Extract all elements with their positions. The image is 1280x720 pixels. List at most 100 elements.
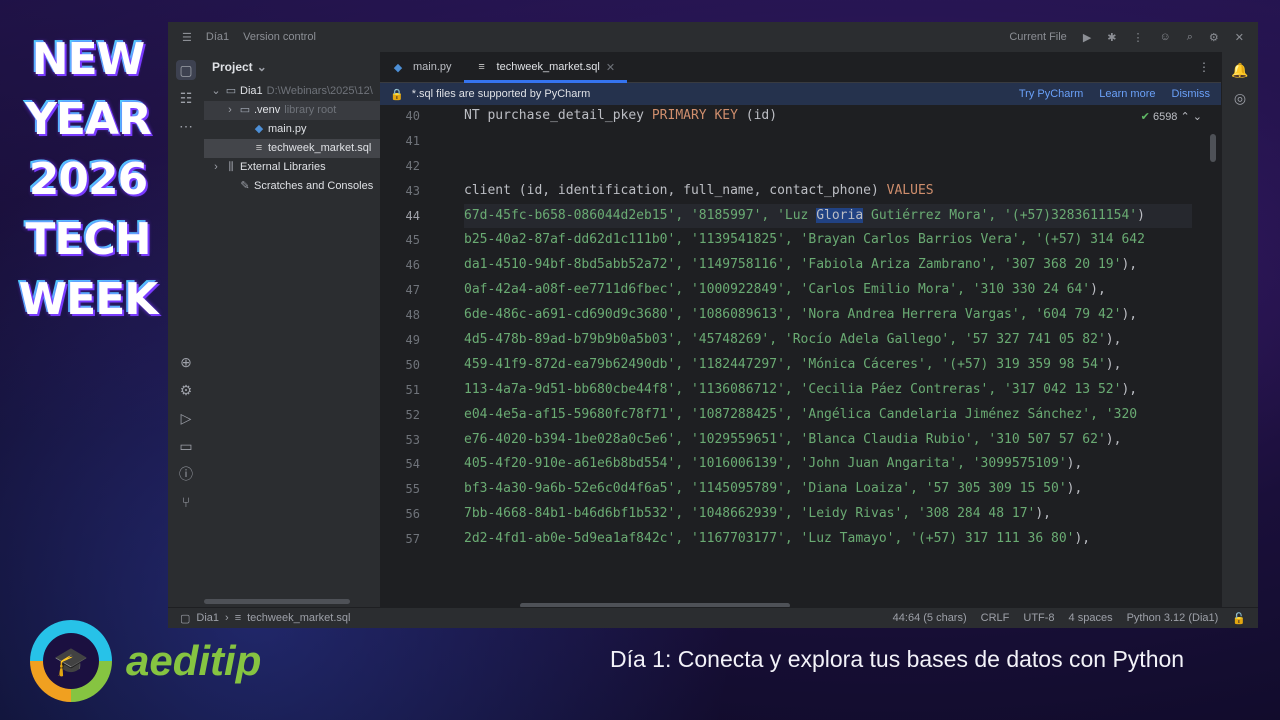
project-panel-header[interactable]: Project ⌄	[204, 52, 380, 82]
code-token: VALUES	[886, 182, 934, 198]
caret-position[interactable]: 44:64 (5 chars)	[893, 612, 967, 625]
python-interpreter[interactable]: Python 3.12 (Dia1)	[1127, 612, 1219, 625]
code-line[interactable]: 7bb-4668-84b1-b46d6bf1b532', '1048662939…	[464, 502, 1192, 527]
code-token: ),	[1035, 506, 1052, 522]
tree-item[interactable]: ◆ main.py	[204, 120, 380, 139]
inspection-widget[interactable]: ✔ 6598 ⌃ ⌄	[1141, 110, 1202, 123]
code-line[interactable]	[464, 154, 1192, 179]
horizontal-scrollbar[interactable]	[204, 599, 350, 604]
code-line[interactable]	[464, 129, 1192, 154]
file-encoding[interactable]: UTF-8	[1023, 612, 1054, 625]
sql-file-icon: ≡	[255, 142, 263, 154]
chevron-right-icon[interactable]: ›	[210, 158, 222, 177]
run-icon[interactable]: ▷	[176, 408, 196, 428]
plugin-banner: 🔒 *.sql files are supported by PyCharm T…	[380, 83, 1222, 105]
code-line[interactable]: NT purchase_detail_pkey PRIMARY KEY (id)	[464, 104, 1192, 129]
search-icon[interactable]: ⌕	[1187, 31, 1193, 44]
chevron-right-icon[interactable]: ›	[224, 101, 236, 120]
tree-item[interactable]: ⌄ ▭ Dia1 D:\Webinars\2025\12\	[204, 82, 380, 101]
code-token: e04-4e5a-af15-59680fc78f71', '1087288425…	[464, 406, 1138, 422]
promo-line: 2026	[28, 154, 148, 205]
line-number: 48	[405, 308, 420, 323]
python-packages-icon[interactable]: ⊕	[176, 352, 196, 372]
chevron-up-icon[interactable]: ⌃	[1181, 111, 1190, 123]
tree-item[interactable]: › ⫼ External Libraries	[204, 158, 380, 177]
code-token: ),	[1074, 531, 1091, 547]
folder-icon: ▭	[225, 85, 237, 97]
account-icon[interactable]: ☺	[1160, 31, 1171, 44]
chevron-down-icon[interactable]: ⌄	[210, 82, 222, 101]
code-token: 2d2-4fd1-ab0e-5d9ea1af842c', '1167703177…	[464, 531, 1075, 547]
line-number: 55	[405, 482, 420, 497]
status-widgets: 44:64 (5 chars) CRLF UTF-8 4 spaces Pyth…	[893, 612, 1246, 625]
folder-icon[interactable]: ▢	[176, 60, 196, 80]
code-line[interactable]: client (id, identification, full_name, c…	[464, 179, 1192, 204]
banner-text: *.sql files are supported by PyCharm	[411, 88, 591, 100]
code-token: Gutiérrez Mora', '(+57)3283611154'	[863, 207, 1138, 223]
python-console-icon[interactable]: ⚙	[176, 380, 196, 400]
line-number: 52	[405, 407, 420, 422]
code-token: 113-4a7a-9d51-bb680cbe44f8', '1136086712…	[464, 381, 1122, 397]
code-line[interactable]: da1-4510-94bf-8bd5abb52a72', '1149758116…	[464, 253, 1192, 278]
try-pycharm-link[interactable]: Try PyCharm	[1019, 88, 1083, 100]
promo-title: NEW YEAR 2026 TECH WEEK	[10, 30, 166, 330]
terminal-icon[interactable]: ▭	[176, 436, 196, 456]
vertical-scrollbar[interactable]	[1210, 134, 1216, 162]
notifications-icon[interactable]: 🔔	[1230, 60, 1250, 80]
lock-icon[interactable]: 🔓	[1232, 612, 1246, 625]
tree-item[interactable]: ✎ Scratches and Consoles	[204, 177, 380, 196]
code-line[interactable]: 405-4f20-910e-a61e6b8bd554', '1016006139…	[464, 452, 1192, 477]
more-icon[interactable]: ⋮	[1133, 31, 1144, 44]
code-area[interactable]: 40 41 42 43 44 45 46 47 48 49 50 51 52 53 54 55 56 57 NT …	[380, 104, 1222, 608]
learn-more-link[interactable]: Learn more	[1099, 88, 1155, 100]
breadcrumb-file[interactable]: techweek_market.sql	[247, 612, 350, 625]
more-vertical-icon[interactable]: ⋮	[1198, 60, 1210, 74]
code-line[interactable]: e76-4020-b394-1be028a0c5e6', '1029559651…	[464, 428, 1192, 453]
project-name[interactable]: Día1	[206, 31, 229, 43]
project-panel: Project ⌄ ⌄ ▭ Dia1 D:\Webinars\2025\12\ › ▭ .v…	[204, 52, 381, 608]
line-separator[interactable]: CRLF	[981, 612, 1010, 625]
promo-line: YEAR	[25, 94, 152, 145]
ai-assistant-icon[interactable]: ◎	[1230, 88, 1250, 108]
code-line[interactable]: bf3-4a30-9a6b-52e6c0d4f6a5', '1145095789…	[464, 477, 1192, 502]
titlebar: ☰ Día1 Version control Current File ▶ ✱ …	[168, 22, 1258, 53]
gear-icon[interactable]: ⚙	[1209, 31, 1219, 44]
structure-icon[interactable]: ☷	[176, 88, 196, 108]
code-lines[interactable]: NT purchase_detail_pkey PRIMARY KEY (id)…	[464, 104, 1192, 552]
code-line[interactable]: 2d2-4fd1-ab0e-5d9ea1af842c', '1167703177…	[464, 527, 1192, 552]
check-icon: ✔	[1140, 111, 1150, 123]
tab-techweek-market-sql[interactable]: ≡ techweek_market.sql ✕	[463, 52, 628, 83]
close-icon[interactable]: ✕	[606, 61, 615, 74]
debug-icon[interactable]: ✱	[1107, 31, 1116, 44]
code-token: 6de-486c-a691-cd690d9c3680', '1086089613…	[464, 307, 1122, 323]
code-line[interactable]: 4d5-478b-89ad-b79b9b0a5b03', '45748269',…	[464, 328, 1192, 353]
code-line[interactable]: b25-40a2-87af-dd62d1c111b0', '1139541825…	[464, 228, 1192, 253]
python-file-icon: ◆	[393, 61, 403, 74]
code-line[interactable]: 0af-42a4-a08f-ee7711d6fbec', '1000922849…	[464, 278, 1192, 303]
code-line[interactable]: 113-4a7a-9d51-bb680cbe44f8', '1136086712…	[464, 378, 1192, 403]
indent-setting[interactable]: 4 spaces	[1069, 612, 1113, 625]
more-tools-icon[interactable]: ⋯	[176, 116, 196, 136]
run-icon[interactable]: ▶	[1083, 31, 1091, 44]
dismiss-link[interactable]: Dismiss	[1172, 88, 1211, 100]
code-line[interactable]: e04-4e5a-af15-59680fc78f71', '1087288425…	[464, 403, 1192, 428]
vcs-label[interactable]: Version control	[243, 31, 316, 43]
chevron-down-icon[interactable]: ⌄	[1193, 111, 1202, 123]
code-line[interactable]: 6de-486c-a691-cd690d9c3680', '1086089613…	[464, 303, 1192, 328]
tree-item[interactable]: ≡ techweek_market.sql	[204, 139, 380, 158]
code-token: b25-40a2-87af-dd62d1c111b0', '1139541825…	[464, 232, 1145, 248]
code-token: (id)	[737, 108, 778, 123]
main-menu-icon[interactable]: ☰	[182, 31, 192, 44]
git-icon[interactable]: ⑂	[176, 492, 196, 512]
close-icon[interactable]: ✕	[1235, 31, 1244, 44]
selected-text: Gloria	[816, 207, 864, 223]
breadcrumb-project[interactable]: Dia1	[196, 612, 219, 625]
code-line[interactable]: 67d-45fc-b658-086044d2eb15', '8185997', …	[464, 203, 1192, 229]
tab-main-py[interactable]: ◆ main.py	[380, 52, 464, 82]
code-line[interactable]: 459-41f9-872d-ea79b62490db', '1182447297…	[464, 353, 1192, 378]
tree-item[interactable]: › ▭ .venv library root	[204, 101, 380, 120]
scratches-icon: ✎	[240, 180, 250, 192]
problems-icon[interactable]: ⓘ	[176, 464, 196, 484]
run-config[interactable]: Current File	[1009, 31, 1066, 44]
promo-line: WEEK	[18, 274, 159, 325]
